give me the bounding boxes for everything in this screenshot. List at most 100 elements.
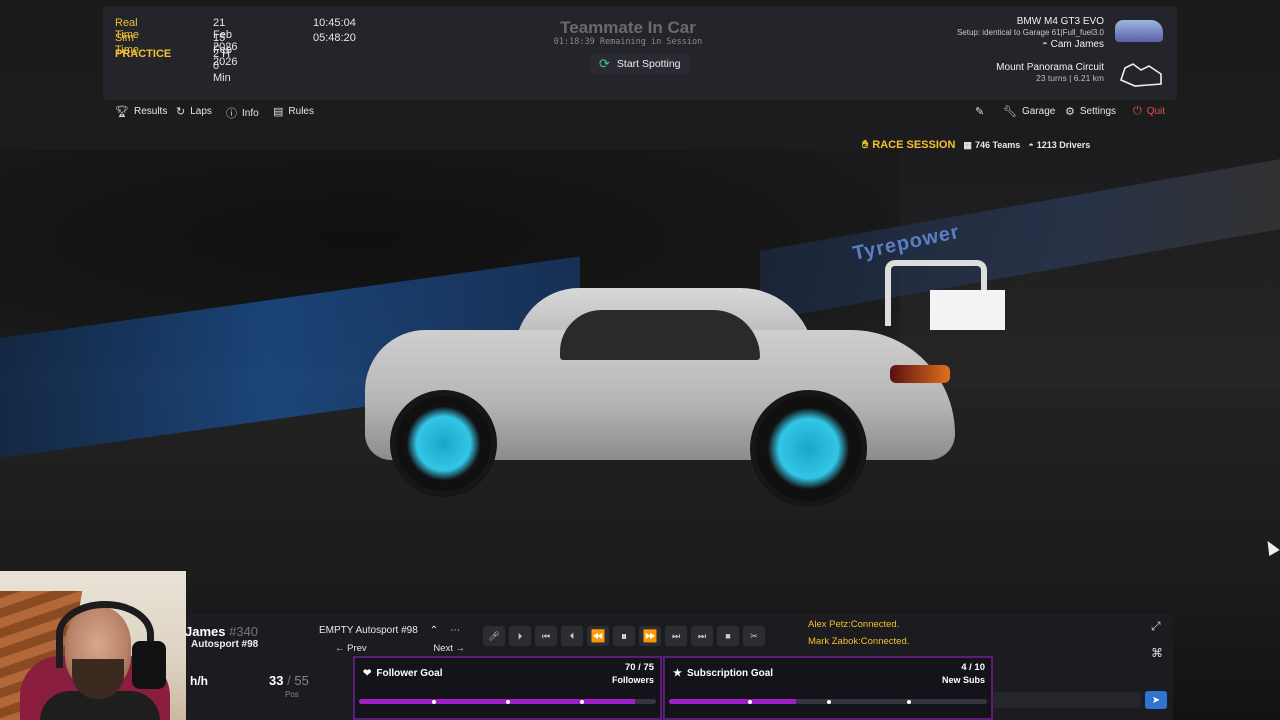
- mic-icon: 🎤︎: [488, 630, 500, 641]
- fast-forward-button[interactable]: ⏩: [639, 626, 661, 646]
- microphone: [132, 641, 166, 689]
- follower-goal-widget: ❤ Follower Goal 70 / 75 Followers: [353, 656, 662, 720]
- skip-start-button[interactable]: ⏮: [535, 626, 557, 646]
- mic-button[interactable]: 🎤︎: [483, 626, 505, 646]
- garage-button[interactable]: 🔧︎ Garage: [1003, 105, 1055, 118]
- position-readout: 33 / 55: [269, 673, 309, 688]
- tools-icon: ✂: [750, 630, 758, 641]
- next-button[interactable]: Next →: [433, 643, 465, 654]
- prev-button[interactable]: ← Prev: [335, 643, 367, 654]
- step-icon: ⏵: [517, 630, 523, 641]
- pause-button[interactable]: ⏸: [613, 626, 635, 646]
- skip-end-button[interactable]: ⏭: [691, 626, 713, 646]
- handshake-icon: ✋︎: [862, 138, 869, 151]
- progress-marker: [748, 700, 752, 704]
- subscription-goal-unit: New Subs: [941, 675, 985, 685]
- info-icon: ⓘ: [226, 108, 237, 120]
- car-window: [560, 310, 760, 360]
- teams-icon: ▦: [963, 139, 972, 150]
- step-forward-button[interactable]: ⏵: [509, 626, 531, 646]
- current-driver-name: Cam James: [1050, 39, 1104, 50]
- teams-label: 746 Teams: [974, 140, 1021, 150]
- chat-message-1: Alex Petz:Connected.: [808, 619, 900, 630]
- chevron-up-icon: ⌃: [429, 625, 439, 636]
- drivers-count: ◓ 1213 Drivers: [1028, 140, 1090, 150]
- chat-input[interactable]: [993, 692, 1141, 708]
- subscription-goal-label: Subscription Goal: [686, 668, 774, 679]
- session-remaining: 01:18:39 Remaining in Session: [553, 37, 703, 47]
- quit-label: Quit: [1146, 106, 1166, 117]
- more-icon[interactable]: ⋯: [450, 625, 460, 636]
- progress-marker: [506, 700, 510, 704]
- position-value: 33: [269, 673, 284, 688]
- progress-marker: [432, 700, 436, 704]
- session-type: PRACTICE: [115, 48, 172, 60]
- garage-label: Garage: [1021, 106, 1056, 117]
- expand-icon[interactable]: ⤢: [1151, 619, 1161, 634]
- front-wheel: [390, 390, 497, 497]
- position-separator: /: [287, 673, 291, 688]
- rules-label: Rules: [288, 106, 314, 117]
- rewind-button[interactable]: ⏪: [587, 626, 609, 646]
- send-button[interactable]: ➤: [1145, 691, 1167, 709]
- quit-button[interactable]: ⏻ Quit: [1133, 105, 1165, 118]
- current-driver: ◓ Cam James: [1042, 39, 1104, 50]
- settings-button[interactable]: ⚙ Settings: [1065, 105, 1116, 118]
- laps-button[interactable]: ↻ Laps: [176, 105, 212, 118]
- settings-label: Settings: [1079, 106, 1117, 117]
- progress-marker: [580, 700, 584, 704]
- info-label: Info: [242, 107, 259, 119]
- rules-button[interactable]: ▤ Rules: [273, 105, 314, 118]
- track-map-icon: [1120, 63, 1162, 87]
- prev-frame-icon: ⏴: [569, 630, 575, 641]
- follower-goal-title: ❤ Follower Goal: [363, 668, 443, 679]
- edit-button[interactable]: ✎: [975, 105, 984, 118]
- car-taillight: [890, 365, 950, 383]
- laps-icon: ↻: [176, 106, 186, 118]
- results-label: Results: [133, 106, 168, 117]
- car-model: BMW M4 GT3 EVO: [1016, 16, 1104, 27]
- sim-time-clock: 05:48:20: [313, 32, 356, 44]
- camera-button[interactable]: ■: [717, 626, 739, 646]
- progress-marker: [907, 700, 911, 704]
- position-label: Pos: [285, 690, 299, 699]
- camera-nav: ← Prev Next →: [335, 643, 465, 654]
- start-spotting-button[interactable]: ⟳ Start Spotting: [591, 54, 689, 74]
- pencil-icon: ✎: [975, 106, 985, 118]
- next-label: Next: [433, 643, 453, 654]
- info-button[interactable]: ⓘ Info: [226, 105, 259, 121]
- prev-frame-button[interactable]: ⏴: [561, 626, 583, 646]
- speed-unit: h/h: [190, 674, 208, 688]
- race-session-title: ✋︎ RACE SESSION: [862, 139, 955, 152]
- wrench-icon: 🔧︎: [1003, 106, 1017, 118]
- follower-goal-unit: Followers: [611, 675, 654, 685]
- fast-forward-icon: ⏩: [642, 629, 658, 643]
- star-icon: ★: [673, 668, 682, 679]
- status-title: Teammate In Car: [560, 18, 696, 37]
- focused-driver: James #340: [185, 624, 258, 639]
- skip-start-icon: ⏮: [541, 630, 551, 641]
- send-icon: ➤: [1151, 694, 1161, 706]
- next-frame-button[interactable]: ⏭: [665, 626, 687, 646]
- tools-button[interactable]: ✂: [743, 626, 765, 646]
- wing-endplate: [930, 290, 1005, 330]
- next-frame-icon: ⏭: [671, 630, 681, 641]
- camera-target-label: EMPTY Autosport #98: [319, 625, 418, 636]
- pause-icon: ⏸: [620, 628, 627, 643]
- track-name: Mount Panorama Circuit: [996, 62, 1104, 73]
- teams-count: ▦ 746 Teams: [963, 140, 1020, 151]
- follower-goal-label: Follower Goal: [376, 668, 443, 679]
- camera-target-select[interactable]: EMPTY Autosport #98 ⌃ ⋯: [319, 623, 476, 638]
- focused-driver-team: Autosport #98: [191, 639, 259, 650]
- playback-controls: 🎤︎ ⏵ ⏮ ⏴ ⏪ ⏸ ⏩ ⏭ ⏭ ■ ✂: [483, 626, 793, 646]
- results-button[interactable]: 🏆︎ Results: [115, 105, 167, 118]
- subscription-progress-fill: [669, 699, 797, 704]
- session-duration: 2 H 0 Min: [213, 48, 231, 84]
- drivers-label: 1213 Drivers: [1036, 140, 1091, 150]
- race-car: [345, 260, 1005, 507]
- drivers-icon[interactable]: ⌘: [1151, 646, 1163, 660]
- heart-icon: ❤: [363, 668, 372, 679]
- chat-message-2: Mark Zabok:Connected.: [808, 636, 910, 647]
- helmet-icon: ◓: [1028, 140, 1034, 150]
- laps-label: Laps: [190, 106, 212, 117]
